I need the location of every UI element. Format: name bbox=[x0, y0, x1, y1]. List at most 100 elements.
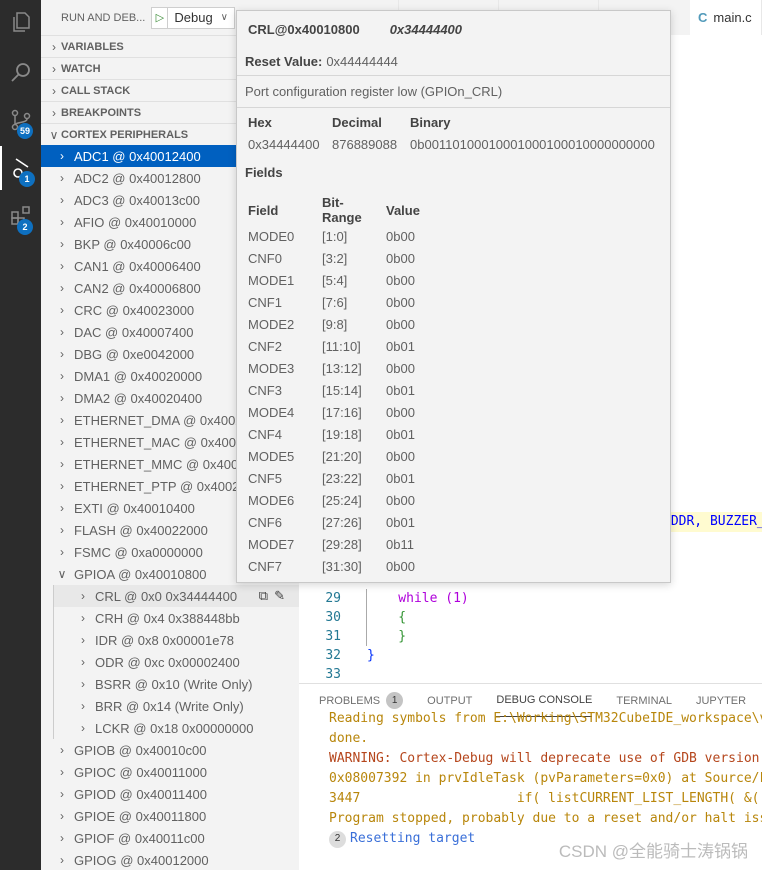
chevron-right-icon: › bbox=[60, 259, 64, 273]
chevron-right-icon: › bbox=[60, 435, 64, 449]
peripheral-label: GPIOA @ 0x40010800 bbox=[74, 566, 207, 582]
peripheral-label: FSMC @ 0xa0000000 bbox=[74, 544, 203, 560]
tab-main-c[interactable]: Cmain.c bbox=[690, 0, 762, 35]
reset-label: Reset Value: bbox=[245, 53, 323, 69]
chevron-right-icon: › bbox=[60, 325, 64, 339]
register-item[interactable]: › CRH @ 0x4 0x388448bb bbox=[53, 607, 299, 629]
register-item[interactable]: › IDR @ 0x8 0x00001e78 bbox=[53, 629, 299, 651]
peripheral-item[interactable]: › GPIOG @ 0x40012000 bbox=[41, 849, 299, 870]
field-value: 0b00 bbox=[386, 294, 415, 310]
value-header: Value bbox=[386, 202, 420, 218]
field-value: 0b01 bbox=[386, 426, 415, 442]
peripheral-label: DBG @ 0xe0042000 bbox=[74, 346, 195, 362]
section-label: CORTEX PERIPHERALS bbox=[61, 128, 189, 141]
decimal-value: 876889088 bbox=[332, 136, 398, 152]
field-name: CNF6 bbox=[248, 514, 282, 530]
problems-badge: 1 bbox=[386, 692, 404, 709]
chevron-right-icon: › bbox=[60, 501, 64, 515]
tab-label: TERMINAL bbox=[616, 694, 672, 707]
field-name: MODE6 bbox=[248, 492, 295, 508]
field-name: MODE4 bbox=[248, 404, 295, 420]
peripheral-label: ADC3 @ 0x40013c00 bbox=[74, 192, 200, 208]
field-value: 0b00 bbox=[386, 228, 415, 244]
search-button[interactable] bbox=[0, 50, 41, 94]
source-control-button[interactable]: 59 bbox=[0, 98, 41, 142]
chevron-right-icon: › bbox=[60, 193, 64, 207]
field-row: CNF1 [7:6] 0b00 bbox=[245, 291, 423, 313]
line-number: 33 bbox=[325, 667, 341, 682]
field-bit-range: [17:16] bbox=[322, 404, 362, 420]
field-value: 0b00 bbox=[386, 272, 415, 288]
code-line: 30 { bbox=[299, 608, 762, 627]
peripheral-item[interactable]: › GPIOE @ 0x40011800 bbox=[41, 805, 299, 827]
register-item[interactable]: › ODR @ 0xc 0x00002400 bbox=[53, 651, 299, 673]
register-item[interactable]: › CRL @ 0x0 0x34444400 ⧉ ✎ bbox=[53, 585, 299, 607]
line-number: 32 bbox=[325, 648, 341, 663]
chevron-right-icon: › bbox=[60, 457, 64, 471]
chevron-right-icon: › bbox=[60, 215, 64, 229]
chevron-right-icon: › bbox=[81, 699, 85, 713]
chevron-right-icon: › bbox=[60, 281, 64, 295]
line-number: 29 bbox=[325, 591, 341, 606]
section-label: BREAKPOINTS bbox=[61, 106, 142, 119]
copy-icon[interactable]: ⧉ bbox=[259, 588, 268, 604]
extensions-button[interactable]: 2 bbox=[0, 194, 41, 238]
peripheral-item[interactable]: › GPIOC @ 0x40011000 bbox=[41, 761, 299, 783]
field-name: MODE1 bbox=[248, 272, 295, 288]
field-name: MODE2 bbox=[248, 316, 295, 332]
start-debug-icon[interactable]: ▷ bbox=[152, 7, 169, 28]
format-table: Hex Decimal Binary 0x34444400 876889088 0b00… bbox=[245, 111, 658, 155]
line-number: 30 bbox=[325, 610, 341, 625]
register-item[interactable]: › BRR @ 0x14 (Write Only) bbox=[53, 695, 299, 717]
chevron-right-icon: › bbox=[60, 743, 64, 757]
field-row: CNF6 [27:26] 0b01 bbox=[245, 511, 423, 533]
code-text: while (1) bbox=[367, 591, 469, 606]
field-value: 0b01 bbox=[386, 382, 415, 398]
chevron-right-icon: › bbox=[52, 105, 56, 120]
peripheral-label: CRH @ 0x4 0x388448bb bbox=[95, 610, 240, 626]
field-value: 0b01 bbox=[386, 470, 415, 486]
peripheral-label: ODR @ 0xc 0x00002400 bbox=[95, 654, 240, 670]
field-row: MODE5 [21:20] 0b00 bbox=[245, 445, 423, 467]
peripheral-label: BKP @ 0x40006c00 bbox=[74, 236, 192, 252]
line-number: 31 bbox=[325, 629, 341, 644]
explorer-button[interactable] bbox=[0, 0, 41, 44]
chevron-right-icon: › bbox=[60, 523, 64, 537]
chevron-right-icon: › bbox=[60, 765, 64, 779]
console-line: Reading symbols from E:\Working\STM32Cub… bbox=[329, 711, 762, 726]
peripheral-label: GPIOD @ 0x40011400 bbox=[74, 786, 207, 802]
field-bit-range: [11:10] bbox=[322, 338, 361, 354]
edit-icon[interactable]: ✎ bbox=[274, 588, 285, 604]
peripheral-item[interactable]: › GPIOB @ 0x40010c00 bbox=[41, 739, 299, 761]
chevron-right-icon: › bbox=[81, 633, 85, 647]
peripheral-label: DMA1 @ 0x40020000 bbox=[74, 368, 203, 384]
field-row: MODE7 [29:28] 0b11 bbox=[245, 533, 423, 555]
peripheral-item[interactable]: › GPIOF @ 0x40011c00 bbox=[41, 827, 299, 849]
debug-console-output[interactable]: Reading symbols from E:\Working\STM32Cub… bbox=[299, 709, 762, 849]
code-area[interactable]: 29 while (1) 30 {31 } 32} 33 bbox=[299, 589, 762, 684]
peripheral-item[interactable]: › GPIOD @ 0x40011400 bbox=[41, 783, 299, 805]
chevron-right-icon: › bbox=[81, 589, 85, 603]
register-item[interactable]: › BSRR @ 0x10 (Write Only) bbox=[53, 673, 299, 695]
field-row: MODE2 [9:8] 0b00 bbox=[245, 313, 423, 335]
source-control-badge: 59 bbox=[17, 123, 34, 139]
field-row: MODE6 [25:24] 0b00 bbox=[245, 489, 423, 511]
chevron-right-icon: › bbox=[60, 479, 64, 493]
field-bit-range: [21:20] bbox=[322, 448, 362, 464]
code-text: } bbox=[367, 648, 375, 663]
chevron-down-icon: ∨ bbox=[220, 12, 228, 23]
run-debug-button[interactable]: 1 bbox=[0, 146, 41, 190]
tab-label: JUPYTER bbox=[695, 694, 747, 707]
code-text: } bbox=[367, 629, 407, 644]
field-row: CNF0 [3:2] 0b00 bbox=[245, 247, 423, 269]
debug-config-select[interactable]: ▷ Debug ∨ bbox=[151, 6, 235, 29]
register-item[interactable]: › LCKR @ 0x18 0x00000000 bbox=[53, 717, 299, 739]
hex-header: Hex bbox=[248, 114, 272, 130]
code-line: 31 } bbox=[299, 627, 762, 646]
peripheral-label: CAN2 @ 0x40006800 bbox=[74, 280, 201, 296]
field-row: MODE1 [5:4] 0b00 bbox=[245, 269, 423, 291]
files-icon bbox=[12, 12, 30, 32]
peripheral-label: CRC @ 0x40023000 bbox=[74, 302, 195, 318]
run-debug-title: RUN AND DEB... bbox=[61, 11, 146, 24]
field-name: MODE0 bbox=[248, 228, 295, 244]
